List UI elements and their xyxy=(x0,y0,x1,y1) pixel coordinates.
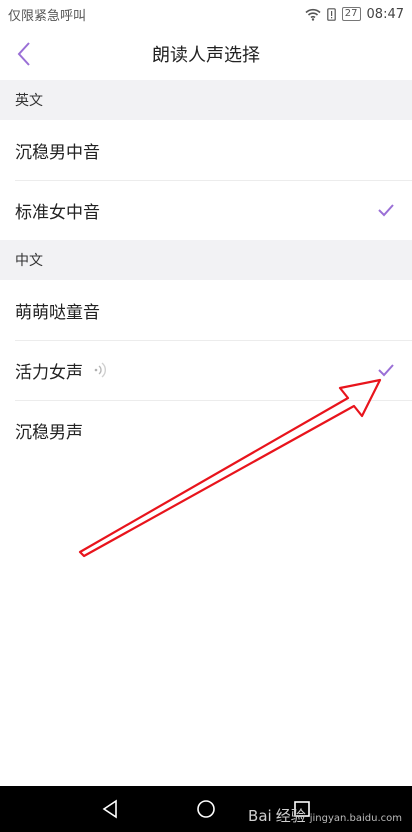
watermark-brand: Bai xyxy=(248,807,272,825)
triangle-back-icon xyxy=(102,799,117,819)
voice-label: 标准女中音 xyxy=(15,202,100,223)
watermark: Bai 经验 jingyan.baidu.com xyxy=(248,805,402,826)
checkmark-icon xyxy=(375,199,397,221)
circle-home-icon xyxy=(197,800,215,818)
voice-label: 活力女声 xyxy=(15,362,83,383)
voice-label: 萌萌哒童音 xyxy=(15,302,100,323)
section-header-chinese: 中文 xyxy=(0,240,412,280)
system-nav-bar: Bai 经验 jingyan.baidu.com xyxy=(0,786,412,832)
watermark-domain: jingyan.baidu.com xyxy=(309,813,402,824)
home-nav-button[interactable] xyxy=(193,796,219,822)
page-title: 朗读人声选择 xyxy=(152,45,260,66)
back-nav-button[interactable] xyxy=(97,796,123,822)
sound-wave-icon xyxy=(94,362,106,378)
battery-icon: 27 xyxy=(341,7,361,21)
voice-label: 沉稳男声 xyxy=(15,422,83,443)
voice-option-standard-female-mid[interactable]: 标准女中音 xyxy=(0,180,412,240)
voice-option-lively-female[interactable]: 活力女声 xyxy=(0,340,412,400)
voice-list: 英文 沉稳男中音 标准女中音 中文 萌萌哒童音 活力女声 沉稳男声 xyxy=(0,80,412,460)
watermark-suffix: 经验 xyxy=(275,807,306,825)
app-header: 朗读人声选择 xyxy=(0,28,412,80)
voice-option-steady-male-mid[interactable]: 沉稳男中音 xyxy=(0,120,412,180)
status-bar: 仅限紧急呼叫 27 08:47 xyxy=(0,0,412,28)
sim-alert-icon xyxy=(326,7,336,21)
back-button[interactable] xyxy=(8,38,40,70)
wifi-icon xyxy=(305,8,321,21)
voice-option-steady-male[interactable]: 沉稳男声 xyxy=(0,400,412,460)
section-header-english: 英文 xyxy=(0,80,412,120)
voice-option-cute-child[interactable]: 萌萌哒童音 xyxy=(0,280,412,340)
carrier-text: 仅限紧急呼叫 xyxy=(8,8,87,24)
checkmark-icon xyxy=(375,359,397,381)
clock: 08:47 xyxy=(366,6,404,22)
voice-label: 沉稳男中音 xyxy=(15,142,100,163)
voice-label-wrap: 活力女声 xyxy=(15,358,375,383)
status-icons: 27 08:47 xyxy=(305,7,404,22)
chevron-left-icon xyxy=(17,42,30,66)
